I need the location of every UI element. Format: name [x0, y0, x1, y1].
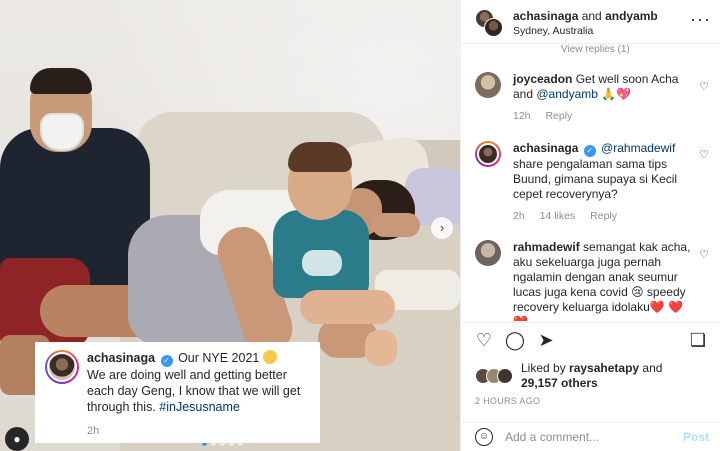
- man-hair: [30, 68, 92, 94]
- liker-avatars: [475, 368, 513, 384]
- comment-text: joyceadon Get well soon Acha and @andyam…: [513, 72, 693, 102]
- verified-badge-icon: ✓: [583, 145, 596, 157]
- comment-text: achasinaga ✓ @rahmadewif share pengalama…: [513, 141, 693, 202]
- caption-time: 2h: [87, 425, 100, 437]
- comment-meta: 12h Reply: [513, 110, 693, 122]
- post-header: achasinaga and andyamb Sydney, Australia…: [461, 0, 720, 44]
- mention-link[interactable]: @andyamb: [536, 87, 598, 101]
- smiley-icon[interactable]: ☺: [475, 428, 493, 446]
- view-replies-link[interactable]: View replies (1): [561, 44, 630, 55]
- avatar: [497, 368, 513, 384]
- heart-icon[interactable]: ♡: [699, 80, 709, 93]
- comment-time: 12h: [513, 110, 531, 122]
- more-horizontal-icon[interactable]: ···: [690, 9, 711, 30]
- face-mask: [40, 113, 84, 151]
- list-item: achasinaga ✓ @rahmadewif share pengalama…: [475, 141, 715, 222]
- comment-username[interactable]: achasinaga: [513, 141, 578, 155]
- avatar[interactable]: [475, 9, 503, 37]
- list-item: joyceadon Get well soon Acha and @andyam…: [475, 72, 715, 122]
- comment-username[interactable]: rahmadewif: [513, 240, 580, 254]
- reply-button[interactable]: Reply: [590, 210, 617, 222]
- liker-username[interactable]: raysahetapy: [569, 361, 639, 375]
- header-usernames: achasinaga and andyamb: [513, 9, 658, 23]
- child-hair: [288, 142, 352, 172]
- liked-by-label: Liked by: [521, 361, 570, 375]
- post-actions: ♡ ◯ ➤ ❏: [461, 322, 720, 358]
- caption-line1: Our NYE 2021: [178, 351, 260, 365]
- paper-plane-icon[interactable]: ➤: [535, 329, 557, 351]
- list-item: rahmadewif semangat kak acha, aku sekelu…: [475, 240, 715, 321]
- header-user1[interactable]: achasinaga: [513, 9, 578, 23]
- likes-count[interactable]: 29,157 others: [521, 376, 598, 390]
- liked-and: and: [642, 361, 663, 375]
- comment-emoji: 🙏💖: [597, 87, 632, 101]
- avatar[interactable]: [475, 141, 501, 167]
- child-foot: [365, 330, 397, 366]
- header-user2[interactable]: andyamb: [605, 9, 658, 23]
- verified-badge-icon: ✓: [160, 355, 173, 367]
- chevron-right-icon[interactable]: ›: [431, 217, 453, 239]
- comment-body: share pengalaman sama tips Buund, gimana…: [513, 157, 678, 201]
- post-sidebar: achasinaga and andyamb Sydney, Australia…: [460, 0, 720, 451]
- comment-input[interactable]: [505, 430, 665, 444]
- caption-body: achasinaga ✓ Our NYE 2021 We are doing w…: [87, 350, 310, 437]
- person-icon[interactable]: ●: [5, 427, 29, 451]
- liked-by-text: Liked by raysahetapy and 29,157 others: [521, 361, 662, 391]
- comment-meta: 2h 14 likes Reply: [513, 210, 693, 222]
- comment-likes[interactable]: 14 likes: [540, 210, 576, 222]
- comment-username[interactable]: joyceadon: [513, 72, 572, 86]
- comment-text: rahmadewif semangat kak acha, aku sekelu…: [513, 240, 693, 321]
- caption-username[interactable]: achasinaga: [87, 351, 155, 365]
- location-link[interactable]: Sydney, Australia: [513, 25, 593, 37]
- add-comment-bar: ☺ Post: [461, 422, 720, 451]
- header-and: and: [578, 9, 606, 23]
- avatar[interactable]: [475, 72, 501, 98]
- heart-icon[interactable]: ♡: [699, 148, 709, 161]
- comment-time: 2h: [513, 210, 525, 222]
- bookmark-icon[interactable]: ❏: [687, 329, 709, 351]
- hashtag-link[interactable]: #inJesusname: [159, 400, 240, 414]
- avatar[interactable]: [475, 240, 501, 266]
- caption-card: achasinaga ✓ Our NYE 2021 We are doing w…: [35, 342, 320, 443]
- woman-arm-upper: [372, 213, 420, 237]
- heart-outline-icon[interactable]: ♡: [473, 329, 495, 351]
- reply-button[interactable]: Reply: [545, 110, 572, 122]
- avatar[interactable]: [45, 350, 79, 384]
- post-photo[interactable]: › ● achasinaga ✓ Our NYE 2021 We are doi…: [0, 0, 460, 451]
- liked-by: Liked by raysahetapy and 29,157 others: [475, 361, 662, 391]
- post-button[interactable]: Post: [683, 430, 709, 444]
- child-leg: [300, 290, 395, 324]
- comment-icon[interactable]: ◯: [504, 329, 526, 351]
- mention-link[interactable]: @rahmadewif: [601, 141, 675, 155]
- comments-list: View replies (1) joyceadon Get well soon…: [461, 44, 720, 321]
- post-timestamp[interactable]: 2 HOURS AGO: [475, 396, 540, 406]
- child-shirt-print: [302, 250, 342, 276]
- heart-icon[interactable]: ♡: [699, 248, 709, 261]
- grimacing-face-icon: [262, 350, 277, 364]
